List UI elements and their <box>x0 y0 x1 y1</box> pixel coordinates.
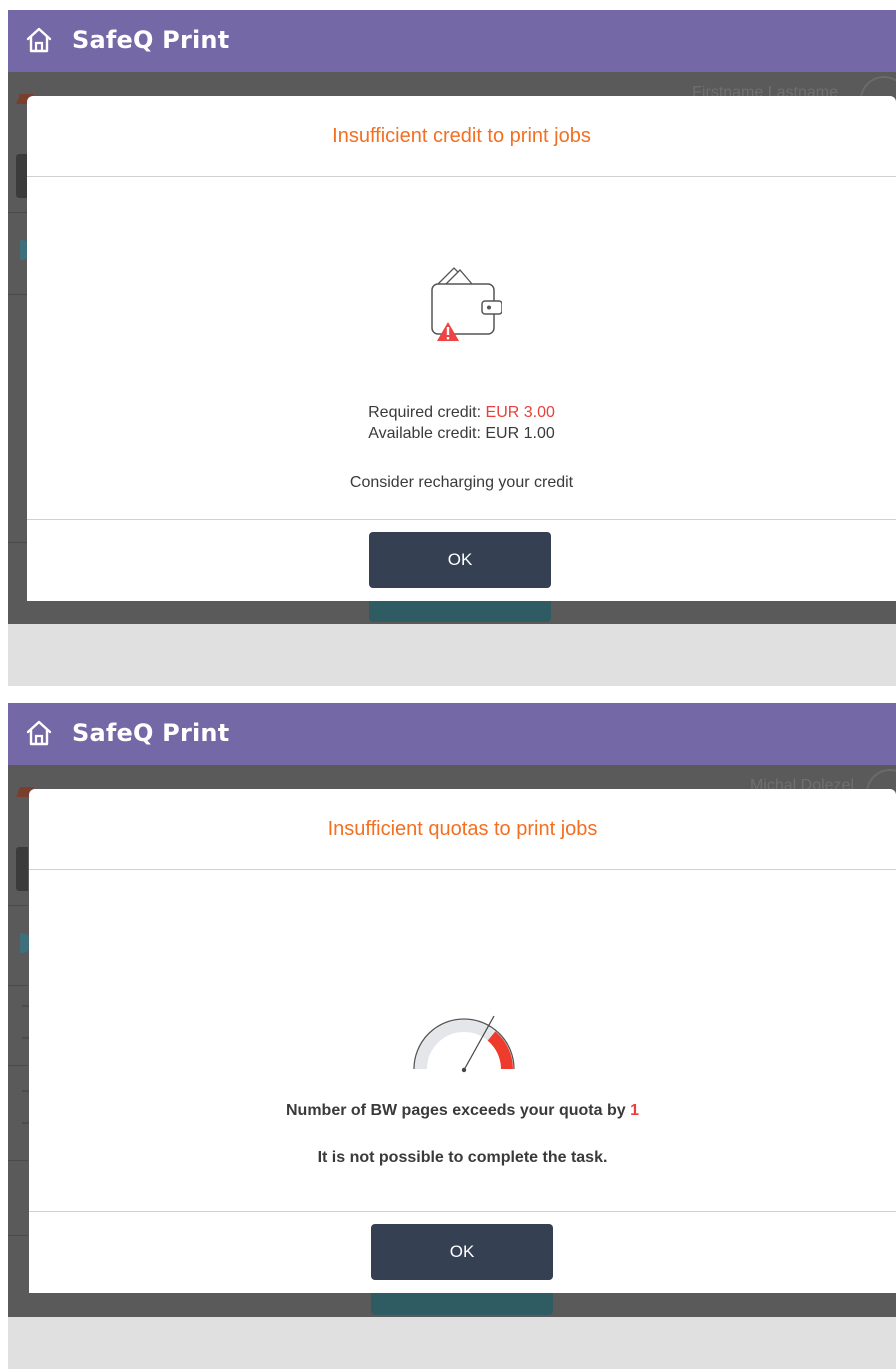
dialog-title: Insufficient credit to print jobs <box>27 96 896 177</box>
quota-exceeded-label: Number of BW pages exceeds your quota by <box>286 1102 626 1119</box>
home-icon[interactable] <box>25 27 53 53</box>
recharge-hint: Consider recharging your credit <box>349 474 574 491</box>
top-bar: SafeQ Print <box>8 10 896 72</box>
background-divider <box>8 1065 28 1066</box>
top-bar: SafeQ Print <box>8 703 896 765</box>
background-tab <box>16 847 28 891</box>
credit-screen: SafeQ Print Firstname Lastname Insuffici… <box>8 10 896 686</box>
background-button <box>369 600 551 622</box>
background-divider <box>8 905 28 906</box>
quota-exceeded-value: 1 <box>630 1102 639 1119</box>
required-credit-label: Required credit: <box>368 404 482 421</box>
background-button <box>371 1293 553 1315</box>
background-divider <box>8 1235 28 1236</box>
background-divider <box>8 1160 28 1161</box>
app-title: SafeQ Print <box>72 719 230 747</box>
quota-exceeded-line: Number of BW pages exceeds your quota by… <box>29 1102 896 1120</box>
dialog-title: Insufficient quotas to print jobs <box>29 789 896 870</box>
app-title: SafeQ Print <box>72 26 230 54</box>
background-divider <box>8 294 28 295</box>
ok-button[interactable]: OK <box>371 1224 553 1280</box>
available-credit-line: Available credit: EUR 1.00 <box>368 425 555 442</box>
wallet-warning-icon <box>412 262 503 352</box>
quota-screen: SafeQ Print Michal Dolezel Insufficient … <box>8 703 896 1369</box>
not-possible-message: It is not possible to complete the task. <box>317 1149 608 1166</box>
background-divider <box>8 212 28 213</box>
background-divider <box>8 542 28 543</box>
quota-gauge-icon <box>404 985 524 1075</box>
ok-button[interactable]: OK <box>369 532 551 588</box>
required-credit-line: Required credit: EUR 3.00 <box>27 404 896 422</box>
required-credit-value: EUR 3.00 <box>485 404 555 421</box>
quota-dialog: Insufficient quotas to print jobs Number… <box>29 789 896 1293</box>
dialog-footer: OK <box>27 519 896 601</box>
background-divider <box>8 985 28 986</box>
credit-dialog: Insufficient credit to print jobs Requir… <box>27 96 896 601</box>
dialog-footer: OK <box>29 1211 896 1293</box>
home-icon[interactable] <box>25 720 53 746</box>
